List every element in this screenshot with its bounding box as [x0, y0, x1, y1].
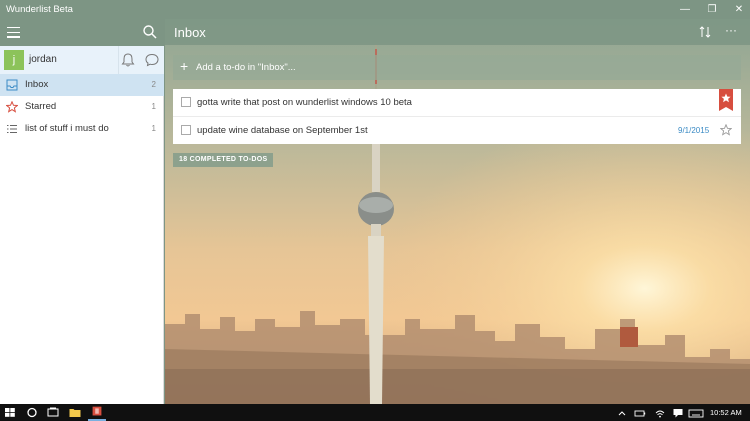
app-title: Wunderlist Beta	[6, 4, 73, 15]
wunderlist-taskbar-icon[interactable]	[88, 404, 106, 421]
list-header: Inbox ···	[165, 19, 750, 45]
bell-icon[interactable]	[119, 51, 137, 69]
task-view-icon[interactable]	[46, 404, 60, 421]
task-title[interactable]: update wine database on September 1st	[197, 125, 368, 136]
sidebar-item-count: 1	[151, 102, 156, 111]
hamburger-menu-icon[interactable]	[7, 27, 20, 38]
task-item[interactable]: update wine database on September 1st 9/…	[173, 116, 741, 143]
task-checkbox[interactable]	[181, 97, 191, 107]
more-options-icon[interactable]: ···	[723, 24, 739, 40]
sort-icon[interactable]	[698, 25, 712, 39]
star-icon	[6, 101, 18, 113]
wifi-icon[interactable]	[654, 407, 666, 419]
comments-icon[interactable]	[143, 51, 161, 69]
task-item[interactable]: gotta write that post on wunderlist wind…	[173, 89, 741, 116]
sidebar-item-label: list of stuff i must do	[25, 123, 109, 134]
cortana-icon[interactable]	[25, 404, 39, 421]
starred-flag-icon[interactable]	[719, 89, 733, 111]
search-icon[interactable]	[142, 24, 158, 40]
inbox-icon	[6, 79, 18, 91]
plus-icon: +	[180, 58, 189, 74]
minimize-button[interactable]: —	[670, 0, 700, 19]
taskbar: 10:52 AM	[0, 404, 750, 421]
notifications-icon[interactable]	[672, 407, 684, 419]
sidebar-header	[0, 19, 164, 46]
avatar[interactable]: j	[4, 50, 24, 70]
list-icon	[7, 125, 17, 133]
user-name[interactable]: jordan	[29, 54, 57, 65]
sidebar-item-label: Starred	[25, 101, 57, 112]
task-checkbox[interactable]	[181, 125, 191, 135]
battery-icon[interactable]	[634, 407, 646, 419]
sidebar-item-list-of-stuff[interactable]: list of stuff i must do 1	[0, 118, 164, 140]
sidebar-item-starred[interactable]: Starred 1	[0, 96, 164, 118]
add-todo-input[interactable]: + Add a to-do in "Inbox"...	[173, 55, 741, 80]
close-button[interactable]: ✕	[724, 0, 750, 19]
maximize-button[interactable]: ❐	[697, 0, 727, 19]
window-titlebar: Wunderlist Beta — ❐ ✕	[0, 0, 750, 19]
add-todo-placeholder: Add a to-do in "Inbox"...	[196, 62, 296, 73]
file-explorer-icon[interactable]	[68, 404, 82, 421]
sidebar-item-label: Inbox	[25, 79, 49, 90]
sidebar: j jordan Inbox 2 Starred 1 list of stuff…	[0, 19, 164, 404]
chevron-up-icon[interactable]	[617, 407, 627, 419]
sidebar-item-count: 2	[151, 80, 156, 89]
sidebar-item-count: 1	[151, 124, 156, 133]
sidebar-item-inbox[interactable]: Inbox 2	[0, 74, 164, 96]
star-icon[interactable]	[720, 124, 732, 136]
user-row[interactable]: j jordan	[0, 46, 164, 74]
task-due-date: 9/1/2015	[678, 126, 710, 135]
keyboard-icon[interactable]	[688, 407, 704, 419]
main-panel: Inbox ··· + Add a to-do in "Inbox"... go…	[165, 19, 750, 404]
list-title[interactable]: Inbox	[174, 25, 206, 40]
windows-start-icon[interactable]	[4, 404, 16, 421]
clock[interactable]: 10:52 AM	[710, 408, 742, 417]
task-title[interactable]: gotta write that post on wunderlist wind…	[197, 97, 412, 108]
show-completed-button[interactable]: 18 COMPLETED TO-DOS	[173, 153, 274, 167]
task-list: gotta write that post on wunderlist wind…	[173, 89, 741, 144]
